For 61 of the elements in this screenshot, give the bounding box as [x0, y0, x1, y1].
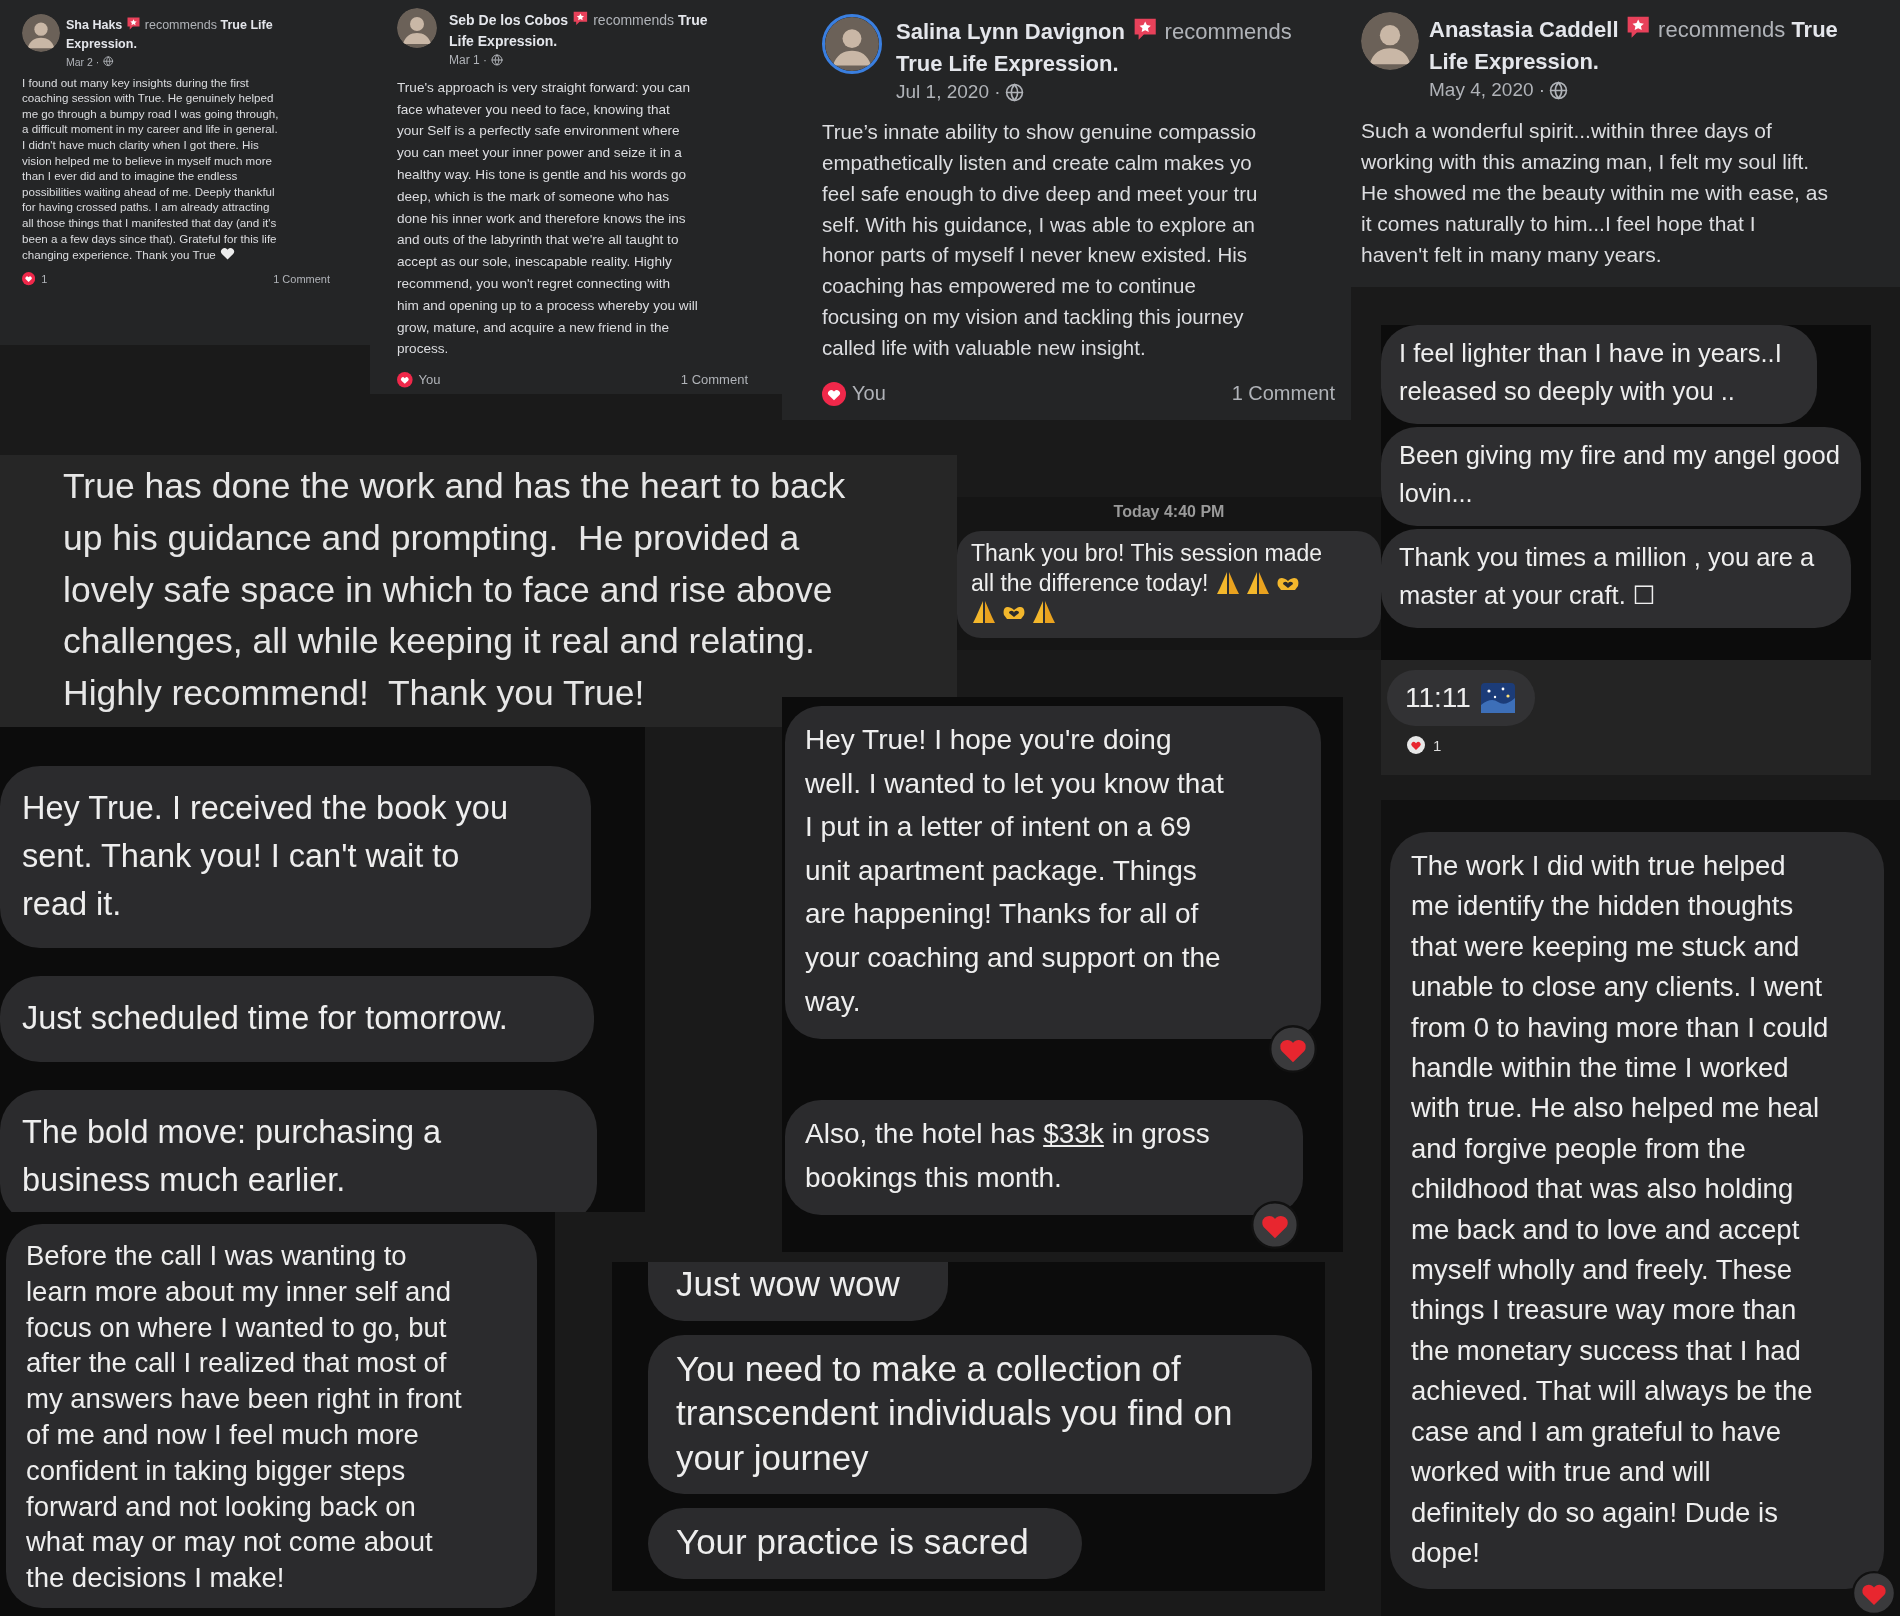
reaction-count[interactable]: 1	[1433, 736, 1442, 754]
globe-icon	[1004, 82, 1024, 102]
author-name[interactable]: Anastasia Caddell	[1429, 17, 1619, 43]
author-name[interactable]: Sha Haks	[66, 18, 123, 33]
avatar[interactable]	[1361, 12, 1419, 70]
message-text: Before the call I was wanting to learn more about my inner self and focus on where I wanted to go, but after the call I realized that most of my answers have been right in front of me and now I feel much more confident in taking bigger steps forward and not looking back on what may or may not come about the decisions I make!	[26, 1240, 462, 1594]
review-text: True's approach is very straight forward: you can face whatever you need to face, knowing that your Self is a perfectly safe environment where you can meet your inner power and seize it in a healthy way. His tone is gentle and his words go deep, which is the mark of someone who has done his inner work and therefore knows the ins and outs of the labyrinth that we're all taught to accept as our sole, inescapable reality. Highly recommend, you won't regret connecting with him and opening up to a process whereby you will grow, mature, and acquire a new friend in the process.	[397, 78, 699, 359]
author-name[interactable]: Salina Lynn Davignon	[896, 19, 1125, 45]
post-date: May 4, 2020 ·	[1429, 79, 1546, 102]
heart-icon	[219, 246, 235, 262]
recommendation-text: recommends True	[593, 11, 708, 28]
post-date: Mar 1 ·	[449, 53, 487, 68]
message-text: Hey True! I hope you're doing well. I wanted to let you know that I put in a letter of intent on a 69 unit apartment package. Things are happening! Thanks for all of your coaching and support on the way.	[805, 724, 1224, 1017]
comment-count[interactable]: 1 Comment	[680, 372, 748, 388]
globe-icon	[491, 54, 503, 67]
message-text: You need to make a collection of transcendent individuals you find on your journey	[676, 1348, 1233, 1477]
message-text: Just scheduled time for tomorrow.	[22, 1000, 508, 1036]
review-text: I found out many key insights during the first coaching session with True. He genuinely helped me go through a bumpy road I was going through, a difficult moment in my career and life in general. I didn't have much clarity when I got there. His vision helped me to believe in myself much more than I ever did and to imagine the endless possibilities waiting ahead of me. Deeply thankful for having crossed paths. I am already attracting all those things that I manifested that day (and it's been a a few days since that). Grateful for this life changing experience. Thank you True	[22, 74, 280, 263]
message-text: Thank you times a million , you are a master at your craft. ☐	[1399, 543, 1815, 609]
review-text: True’s innate ability to show genuine compassio empathetically listen and create calm makes yo feel safe enough to dive deep and meet your tru self. With his guidance, I was able to explore an honor parts of myself I never knew existed. His coaching has empowered me to continue focusing on my vision and tackling this journey called life with valuable new insight.	[822, 119, 1259, 361]
message-text: Hey True. I received the book you sent. Thank you! I can't wait to read it.	[22, 790, 508, 922]
heart-reaction-icon[interactable]	[397, 371, 413, 388]
message-timestamp: Today 4:40 PM	[1112, 502, 1226, 522]
reaction-count[interactable]: 1	[41, 273, 48, 285]
message-text: Also, the hotel has $33k in gross bookings this month.	[805, 1118, 1210, 1193]
message-text: 11:11	[1405, 682, 1471, 714]
post-date: Mar 2 ·	[66, 55, 100, 68]
page-name[interactable]: True Life Expression.	[896, 50, 1119, 76]
message-text: Been giving my fire and my angel good lovin...	[1399, 441, 1840, 507]
night-sky-icon	[1480, 683, 1515, 713]
recommendation-text: recommends True Life	[144, 18, 273, 33]
message-text: The work I did with true helped me identify the hidden thoughts that were keeping me stuck and unable to close any clients. I went from 0 to having more than I could handle within the time I worked with true. He also helped me heal and forgive people from the childhood that was also holding me back and to love and accept myself wholly and freely. These things I treasure way more than the monetary success that I had achieved. That will always be the case and I am grateful to have worked with true and will definitely do so again! Dude is dope!	[1411, 850, 1829, 1568]
review-text: Such a wonderful spirit...within three days of working with this amazing man, I felt my soul lift. He showed me the beauty within me with ease, as it comes naturally to him...I feel hope that I haven't felt in many many years.	[1361, 118, 1829, 269]
amount-link[interactable]: $33k	[1043, 1118, 1104, 1150]
comment-count[interactable]: 1 Comment	[1231, 382, 1335, 405]
recommendation-text: recommends	[1164, 19, 1292, 45]
avatar[interactable]	[22, 14, 60, 52]
heart-reaction-icon[interactable]	[822, 381, 846, 406]
message-text: Your practice is sacred	[676, 1522, 1029, 1561]
avatar[interactable]	[822, 14, 882, 74]
testimonial-text: True has done the work and has the heart to back up his guidance and prompting. He provided a lovely safe space in which to face and rise above challenges, all while keeping it real and relating. Highly recommend! Thank you True!	[62, 465, 847, 716]
recommend-icon	[572, 10, 589, 27]
globe-icon	[1549, 80, 1569, 100]
globe-icon	[103, 56, 114, 67]
recommend-icon	[126, 16, 142, 31]
heart-reaction-icon[interactable]	[22, 272, 36, 286]
message-text: I feel lighter than I have in years..I released so deeply with you ..	[1399, 339, 1782, 405]
comment-count[interactable]: 1 Comment	[273, 273, 330, 285]
page-name[interactable]: Expression.	[66, 37, 137, 52]
recommendation-text: recommends True	[1658, 17, 1838, 43]
message-text: The bold move: purchasing a business much earlier.	[22, 1114, 442, 1198]
author-name[interactable]: Seb De los Cobos	[449, 11, 569, 28]
post-date: Jul 1, 2020 ·	[896, 81, 1001, 104]
page-name[interactable]: Life Expression.	[1429, 48, 1599, 74]
message-text: Thank you bro! This session made all the difference today!	[971, 540, 1323, 596]
message-text: Just wow wow	[676, 1264, 900, 1303]
reaction-count[interactable]: You	[852, 382, 886, 405]
heart-reaction-icon[interactable]	[1407, 736, 1425, 754]
avatar[interactable]	[397, 8, 437, 48]
page-name[interactable]: Life Expression.	[449, 32, 558, 49]
reaction-count[interactable]: You	[418, 372, 441, 388]
